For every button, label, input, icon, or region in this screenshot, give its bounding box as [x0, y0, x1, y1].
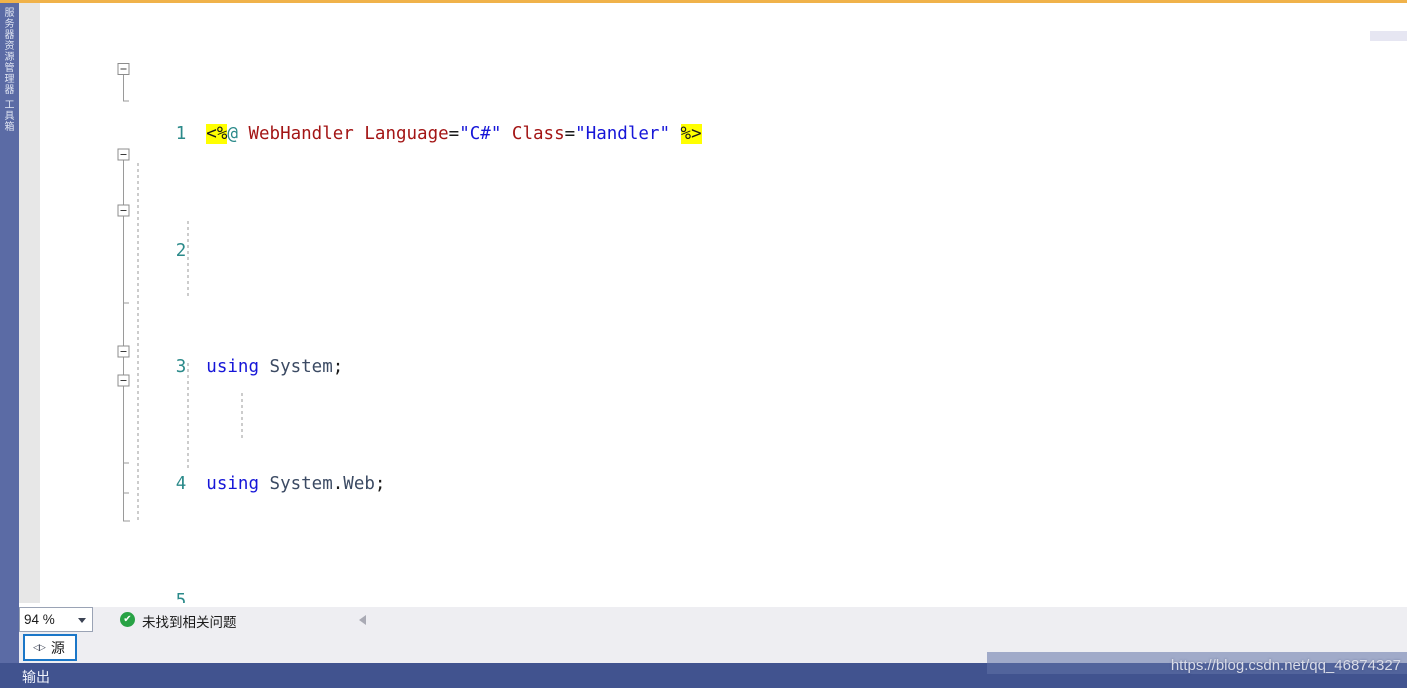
line-number: 4 [175, 474, 187, 495]
code-line-5[interactable]: 5 [40, 558, 775, 603]
code-view-icon: ◁▷ [33, 642, 46, 653]
line-number: 1 [175, 123, 187, 144]
directive-open-highlight: <% [206, 123, 228, 144]
directive-close-highlight: %> [680, 123, 702, 144]
line-number: 3 [175, 357, 187, 378]
watermark-url: https://blog.csdn.net/qq_46874327 [1170, 657, 1401, 674]
code-line-1[interactable]: 1 <%@ WebHandler Language="C#" Class="Han… [40, 91, 775, 144]
code-lines[interactable]: 1 <%@ WebHandler Language="C#" Class="Han… [40, 3, 775, 603]
output-panel-label: 输出 [22, 670, 50, 686]
code-line-content[interactable]: using System.Web; [206, 470, 385, 499]
check-circle-icon: ✔ [120, 612, 135, 627]
left-dock-strip: 服务器资源管理器 工具箱 [0, 0, 19, 628]
code-line-content[interactable]: using System; [206, 353, 343, 382]
view-tab-source[interactable]: ◁▷ 源 [23, 634, 77, 661]
dock-tab-server-explorer[interactable]: 服务器资源管理器 [2, 8, 17, 96]
line-number: 5 [175, 591, 187, 603]
issue-status-text: 未找到相关问题 [142, 615, 237, 631]
editor-indicator-margin[interactable] [19, 3, 40, 603]
left-dock-strip-lower [0, 628, 19, 663]
zoom-level-value: 94 % [24, 612, 55, 627]
code-line-content[interactable]: <%@ WebHandler Language="C#" Class="Hand… [206, 120, 702, 149]
dock-tab-toolbox[interactable]: 工具箱 [2, 100, 17, 133]
view-tab-label: 源 [50, 640, 65, 657]
code-line-3[interactable]: 3 using System; [40, 324, 775, 377]
window-top-accent-rule [0, 0, 1407, 3]
scrollbar-annotation-band[interactable] [1370, 31, 1407, 41]
chevron-down-icon [78, 618, 86, 623]
triangle-left-icon[interactable] [359, 615, 366, 625]
zoom-level-dropdown[interactable]: 94 % [19, 607, 93, 632]
line-number: 2 [175, 240, 187, 261]
code-line-4[interactable]: 4 using System.Web; [40, 441, 775, 494]
visual-studio-editor-window: 服务器资源管理器 工具箱 1 <%@ WebHandler Language="… [0, 0, 1407, 688]
code-editor-surface[interactable]: 1 <%@ WebHandler Language="C#" Class="Han… [40, 3, 1407, 603]
editor-status-bar: 94 % ✔ 未找到相关问题 [19, 607, 1407, 632]
code-line-2[interactable]: 2 [40, 207, 775, 261]
